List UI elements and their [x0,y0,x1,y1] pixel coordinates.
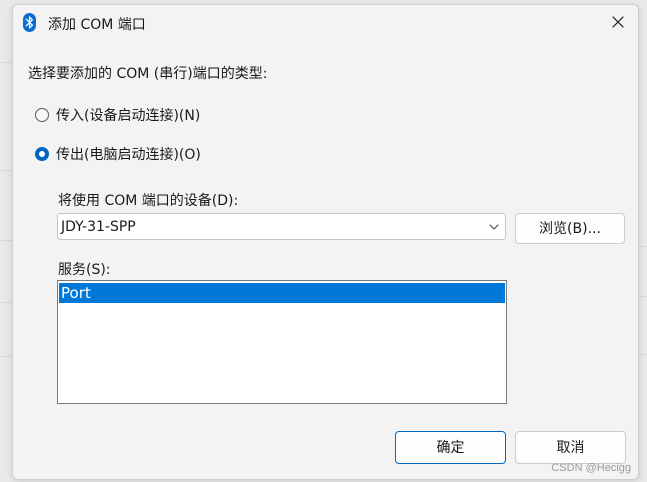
radio-incoming[interactable]: 传入(设备启动连接)(N) [35,105,200,125]
service-listbox[interactable]: Port [57,280,507,404]
close-icon[interactable] [610,14,626,30]
radio-incoming-circle[interactable] [35,108,49,122]
chevron-down-icon [489,224,499,230]
bluetooth-icon [23,13,36,32]
watermark: CSDN @Hecigg [551,462,631,474]
browse-button[interactable]: 浏览(B)... [515,213,625,244]
radio-outgoing-circle[interactable] [35,147,49,161]
cancel-button[interactable]: 取消 [515,431,626,464]
port-type-label: 选择要添加的 COM (串行)端口的类型: [28,66,268,82]
dialog-title: 添加 COM 端口 [48,17,146,33]
add-com-port-dialog: 添加 COM 端口 选择要添加的 COM (串行)端口的类型: 传入(设备启动连… [12,4,639,480]
service-item-port[interactable]: Port [59,283,505,303]
service-label: 服务(S): [58,262,111,278]
title-bar[interactable]: 添加 COM 端口 [13,5,638,39]
device-select-value: JDY-31-SPP [61,219,136,235]
radio-outgoing[interactable]: 传出(电脑启动连接)(O) [35,144,201,164]
device-label: 将使用 COM 端口的设备(D): [58,193,239,209]
radio-outgoing-label: 传出(电脑启动连接)(O) [56,147,201,163]
ok-button[interactable]: 确定 [395,431,506,464]
radio-incoming-label: 传入(设备启动连接)(N) [56,108,201,124]
device-select[interactable]: JDY-31-SPP [57,213,506,240]
